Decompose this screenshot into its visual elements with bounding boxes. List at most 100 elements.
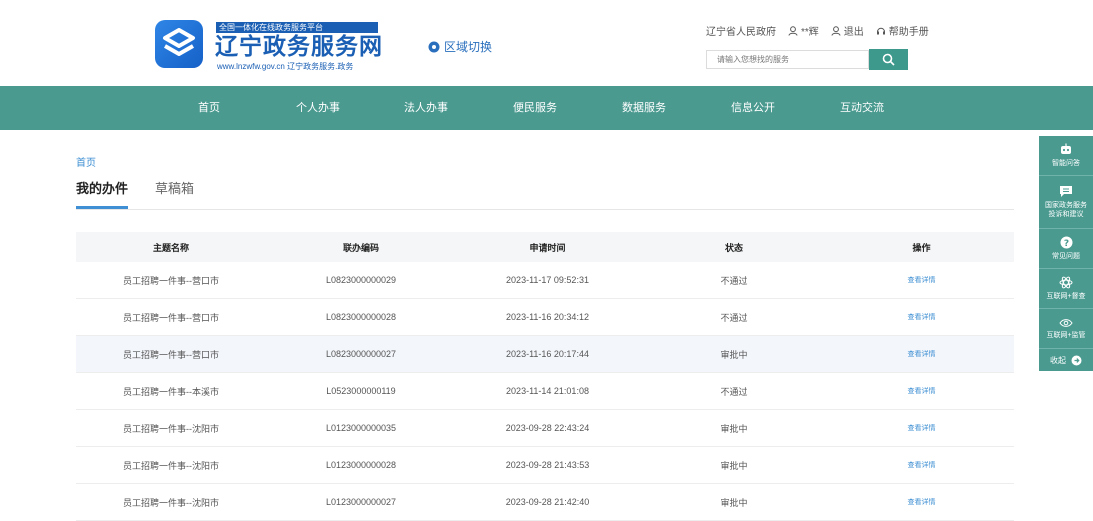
cell-status: 审批中 [720,349,748,360]
table-row: 员工招聘一件事--沈阳市 L0123000000035 2023-09-28 2… [76,410,1014,447]
question-icon: ? [1060,236,1072,249]
cell-status: 不通过 [720,312,748,323]
nav-personal[interactable]: 个人办事 [296,86,340,130]
main-nav: 首页 个人办事 法人办事 便民服务 数据服务 信息公开 互动交流 [0,86,1093,130]
sidebar-item-faq[interactable]: ? 常见问题 [1039,229,1093,269]
site-title[interactable]: 辽宁政务服务网 [215,33,383,59]
tab-my-applications[interactable]: 我的办件 [76,178,128,197]
table-row: 员工招聘一件事--本溪市 L0523000000119 2023-11-14 2… [76,373,1014,410]
help-link[interactable]: 帮助手册 [876,23,929,38]
logout-link[interactable]: 退出 [831,23,864,38]
nav-interaction[interactable]: 互动交流 [840,86,884,130]
tab-drafts[interactable]: 草稿箱 [155,178,194,197]
user-name: **辉 [801,27,819,38]
cell-time: 2023-09-28 22:43:24 [505,423,590,433]
nav-corporate[interactable]: 法人办事 [404,86,448,130]
sidebar-label: 国家政务服务投诉和建议 [1045,202,1087,218]
cell-status: 不通过 [720,275,748,286]
user-icon [788,25,798,36]
cell-code: L0823000000027 [325,349,397,359]
cell-status: 审批中 [720,423,748,434]
nav-data[interactable]: 数据服务 [622,86,666,130]
sidebar-label: 互联网+督查 [1046,293,1086,300]
site-header: 全国一体化在线政务服务平台 辽宁政务服务网 www.lnzwfw.gov.cn … [0,0,1093,86]
cell-subject: 员工招聘一件事--营口市 [123,275,219,286]
location-pin-icon [428,41,440,52]
view-details-link[interactable]: 查看详情 [908,460,936,470]
nav-convenience[interactable]: 便民服务 [513,86,557,130]
cell-code: L0823000000029 [325,275,397,285]
help-label: 帮助手册 [888,27,929,38]
cell-time: 2023-09-28 21:42:40 [505,497,590,507]
region-switch[interactable]: 区域切换 [428,38,492,55]
cell-code: L0123000000028 [325,460,397,470]
top-links: 辽宁省人民政府 **辉 退出 帮助手册 [706,23,929,38]
cell-subject: 员工招聘一件事--沈阳市 [123,497,219,508]
region-switch-label: 区域切换 [444,40,493,54]
message-icon [1060,186,1072,197]
table-row: 员工招聘一件事--沈阳市 L0123000000027 2023-09-28 2… [76,484,1014,521]
header-subject: 主题名称 [152,242,189,253]
sidebar-item-smart-qa[interactable]: 智能问答 [1039,136,1093,176]
applications-table: 主题名称 联办编码 申请时间 状态 操作 员工招聘一件事--营口市 L08230… [76,232,1014,521]
table-header: 主题名称 联办编码 申请时间 状态 操作 [76,232,1014,262]
search-button[interactable] [869,49,908,70]
view-details-link[interactable]: 查看详情 [908,386,936,396]
floating-service-bar: 智能问答 国家政务服务投诉和建议 ? 常见问题 互联网+督查 互联网+监管 收起 [1039,136,1093,371]
table-row: 员工招聘一件事--营口市 L0823000000028 2023-11-16 2… [76,299,1014,336]
cell-time: 2023-11-16 20:34:12 [506,312,589,322]
cell-status: 不通过 [720,386,748,397]
view-details-link[interactable]: 查看详情 [908,349,936,359]
cell-code: L0523000000119 [326,386,396,396]
cell-time: 2023-11-16 20:17:44 [506,349,589,359]
tab-divider [76,209,1014,210]
headset-icon [876,27,885,34]
logout-user-icon [831,25,841,36]
atom-icon [1059,276,1073,289]
cell-subject: 员工招聘一件事--营口市 [123,349,219,360]
cell-subject: 员工招聘一件事--沈阳市 [123,460,219,471]
nav-info[interactable]: 信息公开 [731,86,775,130]
view-details-link[interactable]: 查看详情 [908,423,936,433]
view-details-link[interactable]: 查看详情 [908,497,936,507]
sidebar-item-supervision[interactable]: 互联网+督查 [1039,269,1093,309]
cell-code: L0823000000028 [325,312,397,322]
logo-icon[interactable] [155,20,203,68]
cell-code: L0123000000035 [325,423,397,433]
sidebar-label: 常见问题 [1052,253,1080,260]
nav-home[interactable]: 首页 [198,86,220,130]
cell-time: 2023-11-17 09:52:31 [506,275,589,285]
cell-status: 审批中 [720,497,748,508]
cell-time: 2023-09-28 21:43:53 [505,460,590,470]
cell-time: 2023-11-14 21:01:08 [506,386,589,396]
gov-link[interactable]: 辽宁省人民政府 [706,23,776,38]
view-details-link[interactable]: 查看详情 [908,312,936,322]
logout-label: 退出 [843,27,864,38]
header-time: 申请时间 [529,242,566,253]
table-row: 员工招聘一件事--营口市 L0823000000029 2023-11-17 0… [76,262,1014,299]
cell-subject: 员工招聘一件事--营口市 [123,312,219,323]
view-details-link[interactable]: 查看详情 [908,275,936,285]
eye-icon [1059,318,1073,327]
cell-subject: 员工招聘一件事--沈阳市 [123,423,219,434]
site-url: www.lnzwfw.gov.cn 辽宁政务服务.政务 [217,62,354,71]
svg-text:?: ? [1063,239,1068,249]
sidebar-collapse-button[interactable]: 收起 [1039,349,1093,371]
header-code: 联办编码 [342,242,379,253]
user-menu[interactable]: **辉 [788,23,819,38]
sidebar-item-complaint[interactable]: 国家政务服务投诉和建议 [1039,176,1093,229]
search-input[interactable] [706,50,869,69]
table-row: 员工招聘一件事--营口市 L0823000000027 2023-11-16 2… [76,336,1014,373]
sidebar-item-regulation[interactable]: 互联网+监管 [1039,309,1093,349]
cell-status: 审批中 [720,460,748,471]
sidebar-label: 智能问答 [1052,160,1080,167]
breadcrumb[interactable]: 首页 [76,154,96,169]
robot-icon [1061,143,1071,154]
search-icon [882,53,895,66]
cell-code: L0123000000027 [325,497,397,507]
header-action: 操作 [912,242,931,253]
logo-tagline: 全国一体化在线政务服务平台 [216,22,378,33]
table-row: 员工招聘一件事--沈阳市 L0123000000028 2023-09-28 2… [76,447,1014,484]
arrow-right-icon [1071,355,1082,365]
cell-subject: 员工招聘一件事--本溪市 [123,386,219,397]
